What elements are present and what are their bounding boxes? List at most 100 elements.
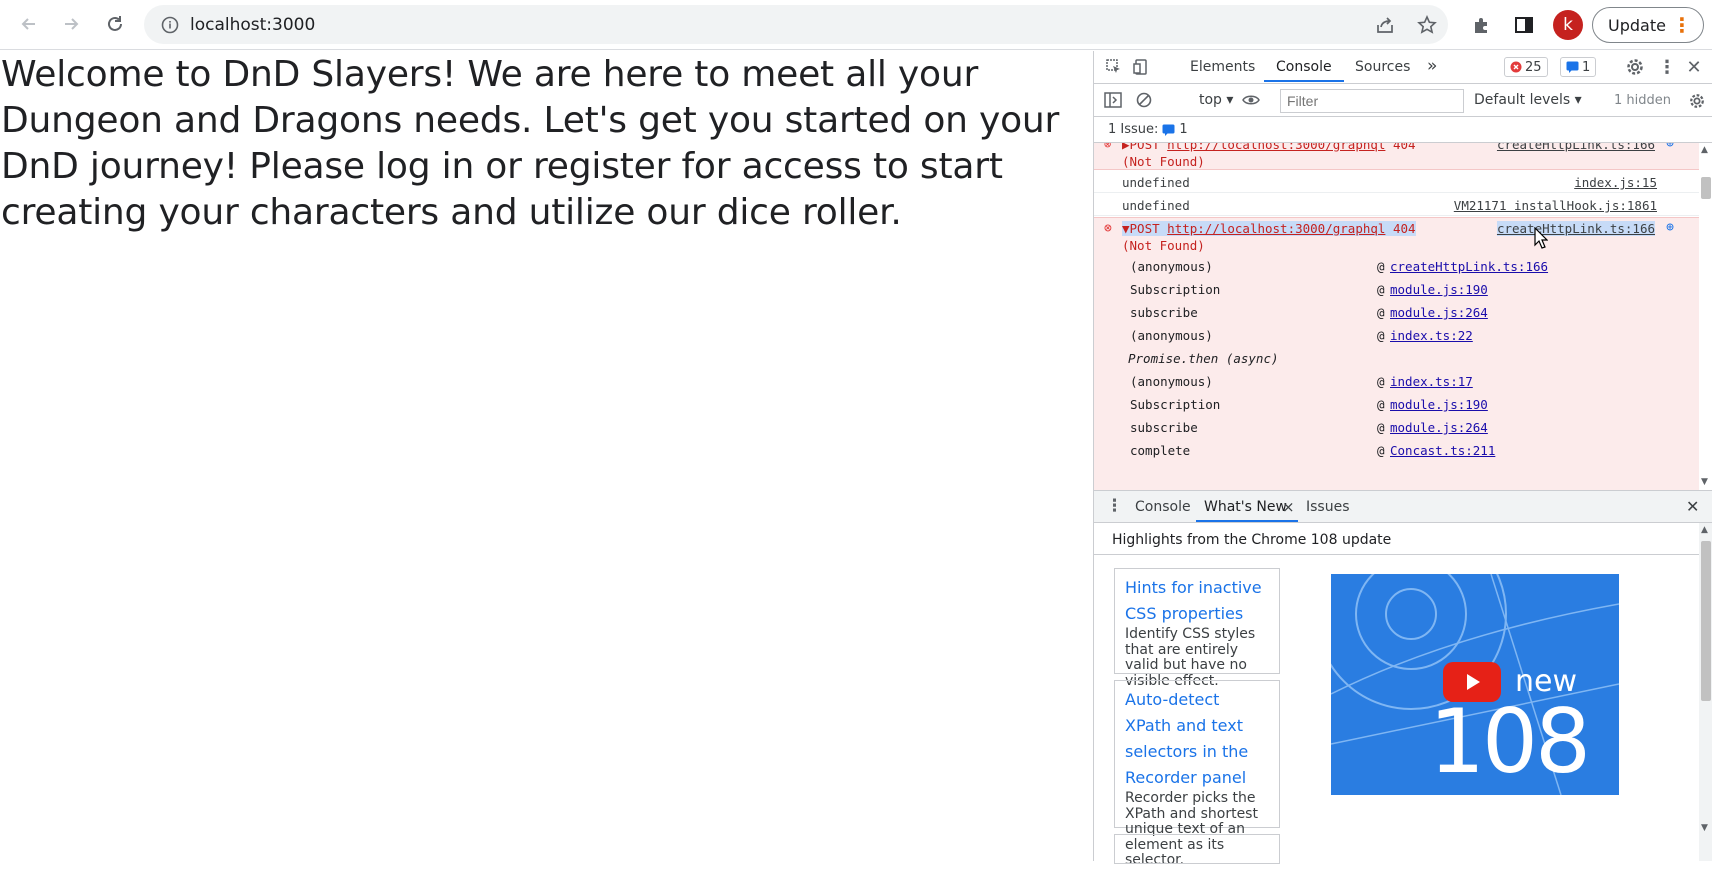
bookmark-star-icon[interactable] bbox=[1415, 13, 1439, 37]
page-content: Welcome to DnD Slayers! We are here to m… bbox=[0, 51, 1093, 861]
log-text: undefined bbox=[1122, 175, 1190, 190]
inspect-element-icon[interactable] bbox=[1104, 57, 1124, 77]
devtools-panel: Elements Console Sources » 25 1 ⋮ ✕ top … bbox=[1093, 51, 1712, 868]
stack-location-link[interactable]: index.ts:17 bbox=[1390, 374, 1473, 389]
close-devtools-icon[interactable]: ✕ bbox=[1684, 57, 1704, 78]
active-tab-indicator bbox=[1264, 80, 1344, 82]
update-button[interactable]: Update ⋮ bbox=[1592, 7, 1704, 43]
stack-location-link[interactable]: module.js:264 bbox=[1390, 305, 1488, 320]
tab-sources[interactable]: Sources bbox=[1355, 59, 1410, 75]
stack-frame: (anonymous) @ index.ts:17 bbox=[1094, 371, 1699, 394]
live-expression-eye-icon[interactable] bbox=[1241, 90, 1261, 110]
clear-console-icon[interactable] bbox=[1134, 90, 1154, 110]
filter-input[interactable] bbox=[1280, 89, 1464, 113]
stack-fn: complete bbox=[1130, 443, 1191, 458]
context-select[interactable]: top ▾ bbox=[1199, 92, 1233, 108]
menu-dots-icon[interactable]: ⋮ bbox=[1672, 15, 1692, 35]
error-status-text: (Not Found) bbox=[1122, 238, 1205, 253]
message-icon bbox=[1162, 124, 1175, 136]
issues-link[interactable]: 1 Issue: 1 bbox=[1108, 122, 1188, 137]
site-info-icon[interactable] bbox=[158, 13, 182, 37]
network-request-icon[interactable]: ⊕ bbox=[1666, 143, 1674, 151]
extensions-puzzle-icon[interactable] bbox=[1468, 11, 1496, 39]
stack-location-link[interactable]: createHttpLink.ts:166 bbox=[1390, 259, 1548, 274]
console-filterbar: top ▾ Default levels ▾ 1 hidden bbox=[1094, 84, 1712, 117]
feature-card[interactable]: Hints for inactive CSS properties Identi… bbox=[1114, 568, 1280, 688]
message-count: 1 bbox=[1582, 59, 1591, 75]
drawer-tab-console[interactable]: Console bbox=[1135, 499, 1191, 515]
console-log-row[interactable]: undefined index.js:15 bbox=[1094, 170, 1699, 193]
scroll-down-icon[interactable]: ▼ bbox=[1701, 477, 1708, 487]
stack-fn: Promise.then (async) bbox=[1128, 351, 1279, 366]
error-url[interactable]: http://localhost:3000/graphql bbox=[1167, 143, 1385, 152]
log-text: undefined bbox=[1122, 198, 1190, 213]
forward-arrow-icon[interactable] bbox=[54, 7, 88, 41]
stack-location-link[interactable]: module.js:264 bbox=[1390, 420, 1488, 435]
error-status: 404 bbox=[1392, 143, 1416, 152]
console-scrollbar[interactable]: ▲ ▼ bbox=[1699, 143, 1712, 490]
back-arrow-icon[interactable] bbox=[12, 7, 46, 41]
update-label: Update bbox=[1608, 15, 1666, 35]
whats-new-scroll-thumb[interactable] bbox=[1701, 541, 1711, 701]
whats-new-panel: Highlights from the Chrome 108 update Hi… bbox=[1094, 523, 1712, 868]
close-drawer-icon[interactable]: ✕ bbox=[1686, 497, 1699, 516]
console-error-row[interactable]: ⊗ ▶POST http://localhost:3000/graphql 40… bbox=[1094, 143, 1699, 170]
sidebar-toggle-icon[interactable] bbox=[1103, 90, 1123, 110]
error-count-badge[interactable]: 25 bbox=[1504, 57, 1548, 77]
more-tabs-icon[interactable]: » bbox=[1427, 56, 1437, 76]
address-bar[interactable]: localhost:3000 bbox=[144, 5, 1448, 44]
console-log-row[interactable]: undefined VM21171 installHook.js:1861 bbox=[1094, 193, 1699, 216]
tab-elements[interactable]: Elements bbox=[1190, 59, 1255, 75]
stack-location-link[interactable]: index.ts:22 bbox=[1390, 328, 1473, 343]
error-source-link[interactable]: createHttpLink.ts:166 bbox=[1496, 221, 1655, 236]
feature-card[interactable]: Auto-detect XPath and text selectors in … bbox=[1114, 680, 1280, 868]
error-status-text: (Not Found) bbox=[1122, 154, 1205, 169]
share-icon[interactable] bbox=[1373, 13, 1397, 37]
feature-title-link[interactable]: Auto-detect XPath and text selectors in … bbox=[1125, 687, 1269, 791]
message-count-badge[interactable]: 1 bbox=[1560, 57, 1597, 77]
feature-card[interactable] bbox=[1114, 834, 1280, 864]
stack-trace: (anonymous) @ createHttpLink.ts:166 Subs… bbox=[1094, 256, 1699, 463]
divider bbox=[1094, 554, 1699, 555]
feature-title-link[interactable]: Hints for inactive CSS properties bbox=[1125, 575, 1269, 627]
stack-fn: Subscription bbox=[1130, 397, 1221, 412]
scroll-up-icon[interactable]: ▲ bbox=[1701, 525, 1708, 535]
drawer-tab-issues[interactable]: Issues bbox=[1306, 499, 1350, 515]
stack-location-link[interactable]: Concast.ts:211 bbox=[1390, 443, 1495, 458]
network-request-icon[interactable]: ⊕ bbox=[1666, 220, 1674, 235]
tab-console[interactable]: Console bbox=[1276, 59, 1332, 75]
scroll-down-icon[interactable]: ▼ bbox=[1701, 823, 1708, 833]
device-toolbar-icon[interactable] bbox=[1131, 57, 1151, 77]
stack-frame: Subscription @ module.js:190 bbox=[1094, 394, 1699, 417]
error-method: POST bbox=[1129, 221, 1160, 236]
url-text[interactable]: localhost:3000 bbox=[190, 15, 315, 35]
reload-icon[interactable] bbox=[98, 7, 132, 41]
error-url[interactable]: http://localhost:3000/graphql bbox=[1167, 221, 1385, 236]
error-circle-icon: ⊗ bbox=[1104, 143, 1112, 151]
profile-avatar[interactable]: k bbox=[1553, 10, 1583, 40]
drawer-menu-icon[interactable]: ⋮ bbox=[1106, 496, 1123, 516]
stack-location-link[interactable]: module.js:190 bbox=[1390, 397, 1488, 412]
drawer-tab-whats-new[interactable]: What's New bbox=[1204, 499, 1287, 515]
log-levels-select[interactable]: Default levels ▾ bbox=[1474, 92, 1582, 108]
console-scroll-thumb[interactable] bbox=[1701, 177, 1711, 199]
stack-frame: subscribe @ module.js:264 bbox=[1094, 417, 1699, 440]
side-panel-icon[interactable] bbox=[1510, 11, 1538, 39]
video-thumbnail[interactable]: new 108 bbox=[1331, 574, 1619, 795]
settings-gear-icon[interactable] bbox=[1625, 57, 1645, 77]
log-source-link[interactable]: VM21171 installHook.js:1861 bbox=[1454, 198, 1657, 213]
scroll-up-icon[interactable]: ▲ bbox=[1701, 145, 1708, 155]
error-circle-icon: ⊗ bbox=[1104, 221, 1112, 236]
whats-new-scrollbar[interactable]: ▲ ▼ bbox=[1699, 523, 1712, 861]
more-options-icon[interactable]: ⋮ bbox=[1657, 57, 1677, 78]
stack-location-link[interactable]: module.js:190 bbox=[1390, 282, 1488, 297]
error-source-link[interactable]: createHttpLink.ts:166 bbox=[1497, 143, 1655, 152]
console-settings-gear-icon[interactable] bbox=[1687, 91, 1707, 111]
console-error-expanded[interactable]: ⊗ ▼POST http://localhost:3000/graphql 40… bbox=[1094, 217, 1699, 490]
log-source-link[interactable]: index.js:15 bbox=[1574, 175, 1657, 190]
error-icon bbox=[1510, 61, 1522, 73]
message-icon bbox=[1566, 61, 1579, 73]
error-count: 25 bbox=[1525, 59, 1542, 75]
close-tab-icon[interactable]: × bbox=[1282, 498, 1295, 516]
issues-bar[interactable]: 1 Issue: 1 bbox=[1094, 117, 1712, 143]
